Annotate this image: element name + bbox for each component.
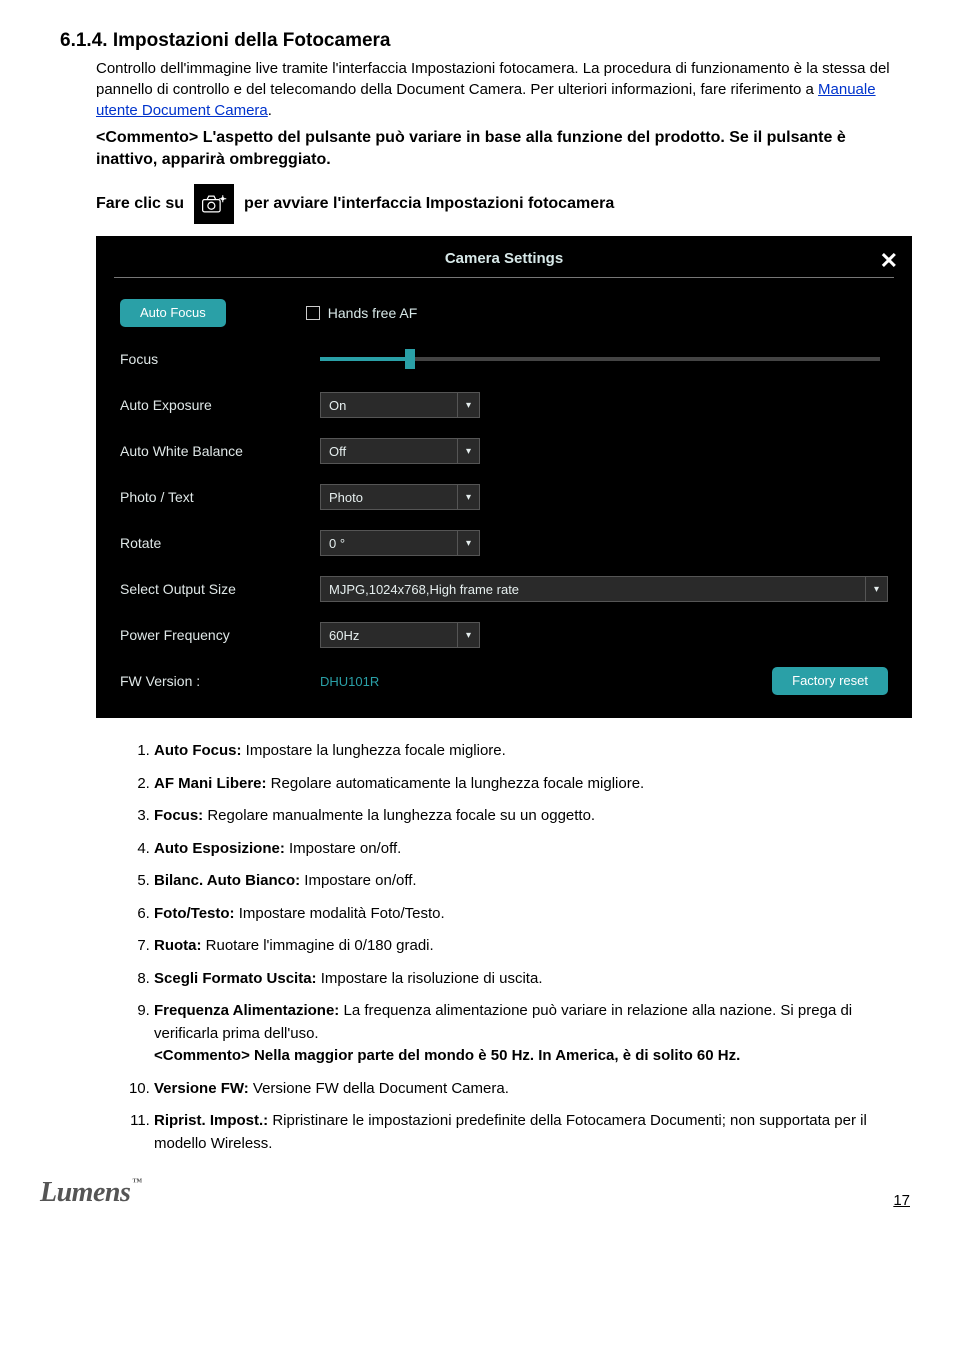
item-text: Impostare on/off. xyxy=(300,872,416,889)
section-heading: 6.1.4. Impostazioni della Fotocamera xyxy=(60,30,910,52)
intro-text-end: . xyxy=(268,102,272,119)
intro-text-1: Controllo dell'immagine live tramite l'i… xyxy=(96,60,890,98)
auto-wb-select[interactable]: Off ▾ xyxy=(320,438,480,464)
list-item: Auto Focus: Impostare la lunghezza focal… xyxy=(154,740,910,763)
list-item: Scegli Formato Uscita: Impostare la riso… xyxy=(154,968,910,991)
rotate-select[interactable]: 0 ° ▾ xyxy=(320,530,480,556)
close-icon[interactable]: ✕ xyxy=(880,248,898,274)
item-extra: <Commento> Nella maggior parte del mondo… xyxy=(154,1047,740,1064)
item-label: Auto Esposizione: xyxy=(154,840,285,857)
item-label: Scegli Formato Uscita: xyxy=(154,970,317,987)
list-item: Focus: Regolare manualmente la lunghezza… xyxy=(154,805,910,828)
auto-wb-value: Off xyxy=(329,444,449,459)
camera-settings-icon[interactable] xyxy=(194,184,234,224)
logo-text: Lumens xyxy=(40,1177,130,1209)
item-text: Ruotare l'immagine di 0/180 gradi. xyxy=(202,937,434,954)
rotate-value: 0 ° xyxy=(329,536,449,551)
auto-exposure-select[interactable]: On ▾ xyxy=(320,392,480,418)
chevron-down-icon: ▾ xyxy=(865,577,887,601)
feature-list: Auto Focus: Impostare la lunghezza focal… xyxy=(96,740,910,1155)
chevron-down-icon: ▾ xyxy=(457,623,479,647)
list-item: Frequenza Alimentazione: La frequenza al… xyxy=(154,1000,910,1068)
rotate-label: Rotate xyxy=(120,535,320,551)
focus-label: Focus xyxy=(120,351,320,367)
power-freq-select[interactable]: 60Hz ▾ xyxy=(320,622,480,648)
item-text: Impostare la risoluzione di uscita. xyxy=(317,970,543,987)
list-item: Auto Esposizione: Impostare on/off. xyxy=(154,838,910,861)
hands-free-af-checkbox[interactable]: Hands free AF xyxy=(306,305,418,321)
fw-version-value: DHU101R xyxy=(320,674,379,689)
checkbox-icon xyxy=(306,306,320,320)
item-label: Foto/Testo: xyxy=(154,905,235,922)
list-item: Riprist. Impost.: Ripristinare le impost… xyxy=(154,1110,910,1155)
item-text: Versione FW della Document Camera. xyxy=(249,1080,509,1097)
page-number: 17 xyxy=(893,1192,910,1209)
output-size-select[interactable]: MJPG,1024x768,High frame rate ▾ xyxy=(320,576,888,602)
list-item: Bilanc. Auto Bianco: Impostare on/off. xyxy=(154,870,910,893)
list-item: Ruota: Ruotare l'immagine di 0/180 gradi… xyxy=(154,935,910,958)
item-text: Impostare la lunghezza focale migliore. xyxy=(242,742,506,759)
item-label: Focus: xyxy=(154,807,203,824)
auto-exposure-label: Auto Exposure xyxy=(120,397,320,413)
chevron-down-icon: ▾ xyxy=(457,485,479,509)
auto-focus-button[interactable]: Auto Focus xyxy=(120,299,226,327)
chevron-down-icon: ▾ xyxy=(457,393,479,417)
item-text: Impostare modalità Foto/Testo. xyxy=(235,905,445,922)
click-post: per avviare l'interfaccia Impostazioni f… xyxy=(244,195,614,213)
power-freq-value: 60Hz xyxy=(329,628,449,643)
auto-wb-label: Auto White Balance xyxy=(120,443,320,459)
chevron-down-icon: ▾ xyxy=(457,531,479,555)
trademark-icon: ™ xyxy=(132,1177,142,1188)
factory-reset-button[interactable]: Factory reset xyxy=(772,667,888,695)
photo-text-value: Photo xyxy=(329,490,449,505)
item-label: Ruota: xyxy=(154,937,202,954)
item-label: AF Mani Libere: xyxy=(154,775,267,792)
comment-block: <Commento> L'aspetto del pulsante può va… xyxy=(96,127,910,170)
fw-label: FW Version : xyxy=(120,673,320,689)
item-label: Riprist. Impost.: xyxy=(154,1112,268,1129)
focus-slider[interactable] xyxy=(320,357,880,361)
brand-logo: Lumens™ xyxy=(40,1177,142,1209)
item-text: Regolare manualmente la lunghezza focale… xyxy=(203,807,595,824)
photo-text-label: Photo / Text xyxy=(120,489,320,505)
click-pre: Fare clic su xyxy=(96,195,184,213)
output-size-label: Select Output Size xyxy=(120,581,320,597)
panel-title: Camera Settings xyxy=(445,250,563,267)
item-label: Frequenza Alimentazione: xyxy=(154,1002,339,1019)
list-item: Versione FW: Versione FW della Document … xyxy=(154,1078,910,1101)
intro-paragraph: Controllo dell'immagine live tramite l'i… xyxy=(96,58,910,121)
list-item: Foto/Testo: Impostare modalità Foto/Test… xyxy=(154,903,910,926)
click-instruction: Fare clic su per avviare l'interfaccia I… xyxy=(96,184,910,224)
photo-text-select[interactable]: Photo ▾ xyxy=(320,484,480,510)
item-label: Auto Focus: xyxy=(154,742,242,759)
output-size-value: MJPG,1024x768,High frame rate xyxy=(329,582,857,597)
power-freq-label: Power Frequency xyxy=(120,627,320,643)
auto-exposure-value: On xyxy=(329,398,449,413)
list-item: AF Mani Libere: Regolare automaticamente… xyxy=(154,773,910,796)
item-label: Bilanc. Auto Bianco: xyxy=(154,872,300,889)
chevron-down-icon: ▾ xyxy=(457,439,479,463)
item-text: Impostare on/off. xyxy=(285,840,401,857)
item-label: Versione FW: xyxy=(154,1080,249,1097)
camera-settings-panel: Camera Settings ✕ Auto Focus Hands free … xyxy=(96,236,912,718)
hands-free-label: Hands free AF xyxy=(328,305,418,321)
item-text: Regolare automaticamente la lunghezza fo… xyxy=(267,775,645,792)
